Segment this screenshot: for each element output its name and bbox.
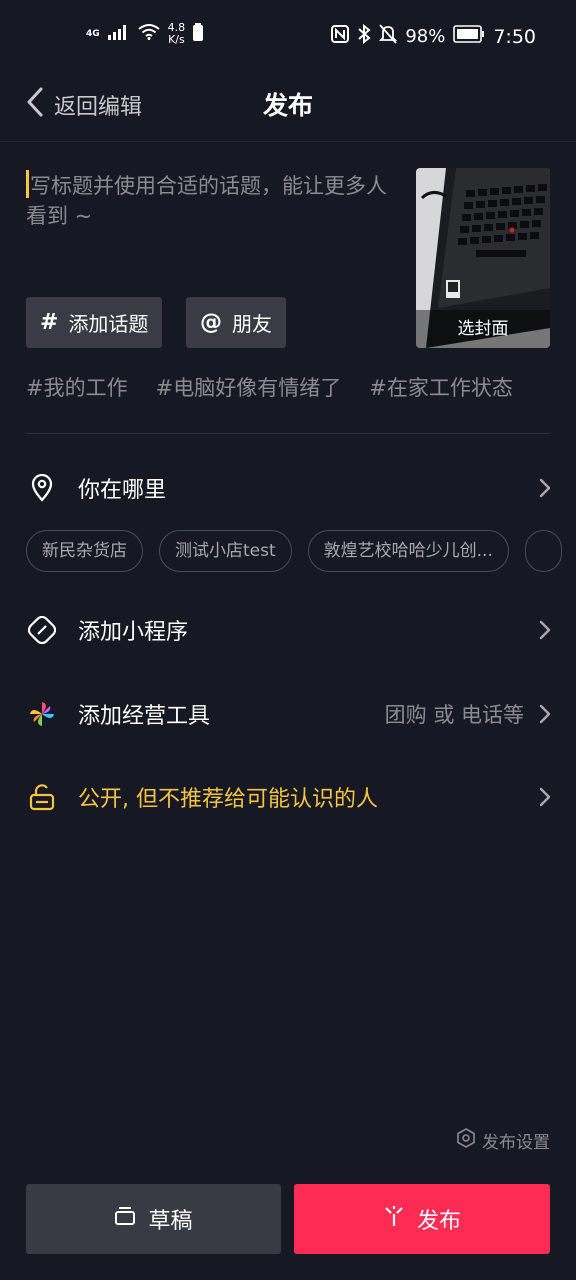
unlock-icon (28, 783, 56, 811)
network-type: 4G (86, 28, 100, 39)
location-suggestions: 新民杂货店 测试小店test 敦煌艺校哈哈少儿创... (26, 530, 576, 574)
hexagon-settings-icon (456, 1128, 476, 1153)
location-chip[interactable]: 敦煌艺校哈哈少儿创... (307, 530, 509, 572)
back-label: 返回编辑 (54, 95, 143, 120)
caption-input[interactable]: 写标题并使用合适的话题，能让更多人看到 ~ (26, 170, 396, 231)
wifi-icon (138, 24, 160, 44)
status-left: 4G 4.8 K/s (86, 22, 204, 46)
back-to-edit-button[interactable]: 返回编辑 (26, 86, 142, 124)
top-bar: 返回编辑 发布 (0, 72, 576, 142)
battery-icon (453, 25, 485, 48)
publish-button[interactable]: 发布 (294, 1184, 550, 1254)
network-speed: 4.8 K/s (168, 22, 186, 46)
location-chip-partial[interactable] (524, 530, 563, 572)
sparkle-icon (383, 1205, 405, 1233)
chevron-right-icon (538, 704, 552, 724)
draft-box-icon (114, 1206, 136, 1232)
business-tools-label: 添加经营工具 (78, 704, 211, 729)
add-topic-button[interactable]: # 添加话题 (26, 297, 163, 348)
publish-label: 发布 (416, 1209, 461, 1234)
location-chip[interactable]: 新民杂货店 (26, 530, 143, 572)
clock: 7:50 (493, 25, 536, 48)
mention-friend-label: 朋友 (232, 312, 272, 336)
divider (26, 433, 550, 434)
draft-label: 草稿 (148, 1209, 193, 1234)
chevron-right-icon (538, 478, 552, 498)
mention-friend-button[interactable]: @ 朋友 (186, 297, 286, 348)
business-tools-row[interactable]: 添加经营工具 团购 或 电话等 (0, 684, 576, 744)
mini-program-row[interactable]: 添加小程序 (0, 600, 576, 660)
hashtag-suggestion[interactable]: #我的工作 (26, 372, 128, 402)
nfc-icon (331, 25, 350, 48)
link-icon (28, 616, 56, 644)
suggested-hashtags: #我的工作 #电脑好像有情绪了 #在家工作状态 (26, 372, 566, 402)
hashtag-icon: # (40, 310, 59, 335)
privacy-label: 公开, 但不推荐给可能认识的人 (78, 787, 378, 812)
select-cover-label: 选封面 (416, 310, 550, 348)
location-chip[interactable]: 测试小店test (159, 530, 292, 572)
location-label: 你在哪里 (78, 478, 167, 503)
charging-indicator-icon (193, 23, 204, 45)
location-row[interactable]: 你在哪里 (0, 458, 576, 518)
publish-settings-label: 发布设置 (482, 1133, 550, 1153)
hashtag-suggestion[interactable]: #电脑好像有情绪了 (156, 372, 342, 402)
pinwheel-icon (28, 700, 56, 728)
caption-placeholder: 写标题并使用合适的话题，能让更多人看到 ~ (26, 174, 387, 228)
status-bar: 4G 4.8 K/s 98% 7:50 (0, 0, 576, 72)
hashtag-suggestion[interactable]: #在家工作状态 (369, 372, 513, 402)
signal-icon (107, 24, 130, 44)
chevron-left-icon (26, 86, 44, 124)
mini-program-label: 添加小程序 (78, 620, 189, 645)
cover-picker[interactable]: 选封面 (416, 168, 550, 348)
publish-settings-link[interactable]: 发布设置 (456, 1128, 550, 1153)
add-topic-label: 添加话题 (68, 312, 149, 336)
location-pin-icon (28, 474, 56, 502)
privacy-row[interactable]: 公开, 但不推荐给可能认识的人 (0, 767, 576, 827)
chevron-right-icon (538, 787, 552, 807)
mute-bell-icon (379, 24, 398, 49)
battery-percent: 98% (405, 26, 446, 47)
bluetooth-icon (357, 23, 371, 49)
text-caret (26, 170, 29, 198)
chevron-right-icon (538, 620, 552, 640)
save-draft-button[interactable]: 草稿 (26, 1184, 281, 1254)
status-right: 98% 7:50 (331, 23, 536, 49)
at-icon: @ (200, 310, 222, 335)
business-tools-hint: 团购 或 电话等 (384, 703, 524, 727)
speed-unit: K/s (168, 33, 185, 46)
